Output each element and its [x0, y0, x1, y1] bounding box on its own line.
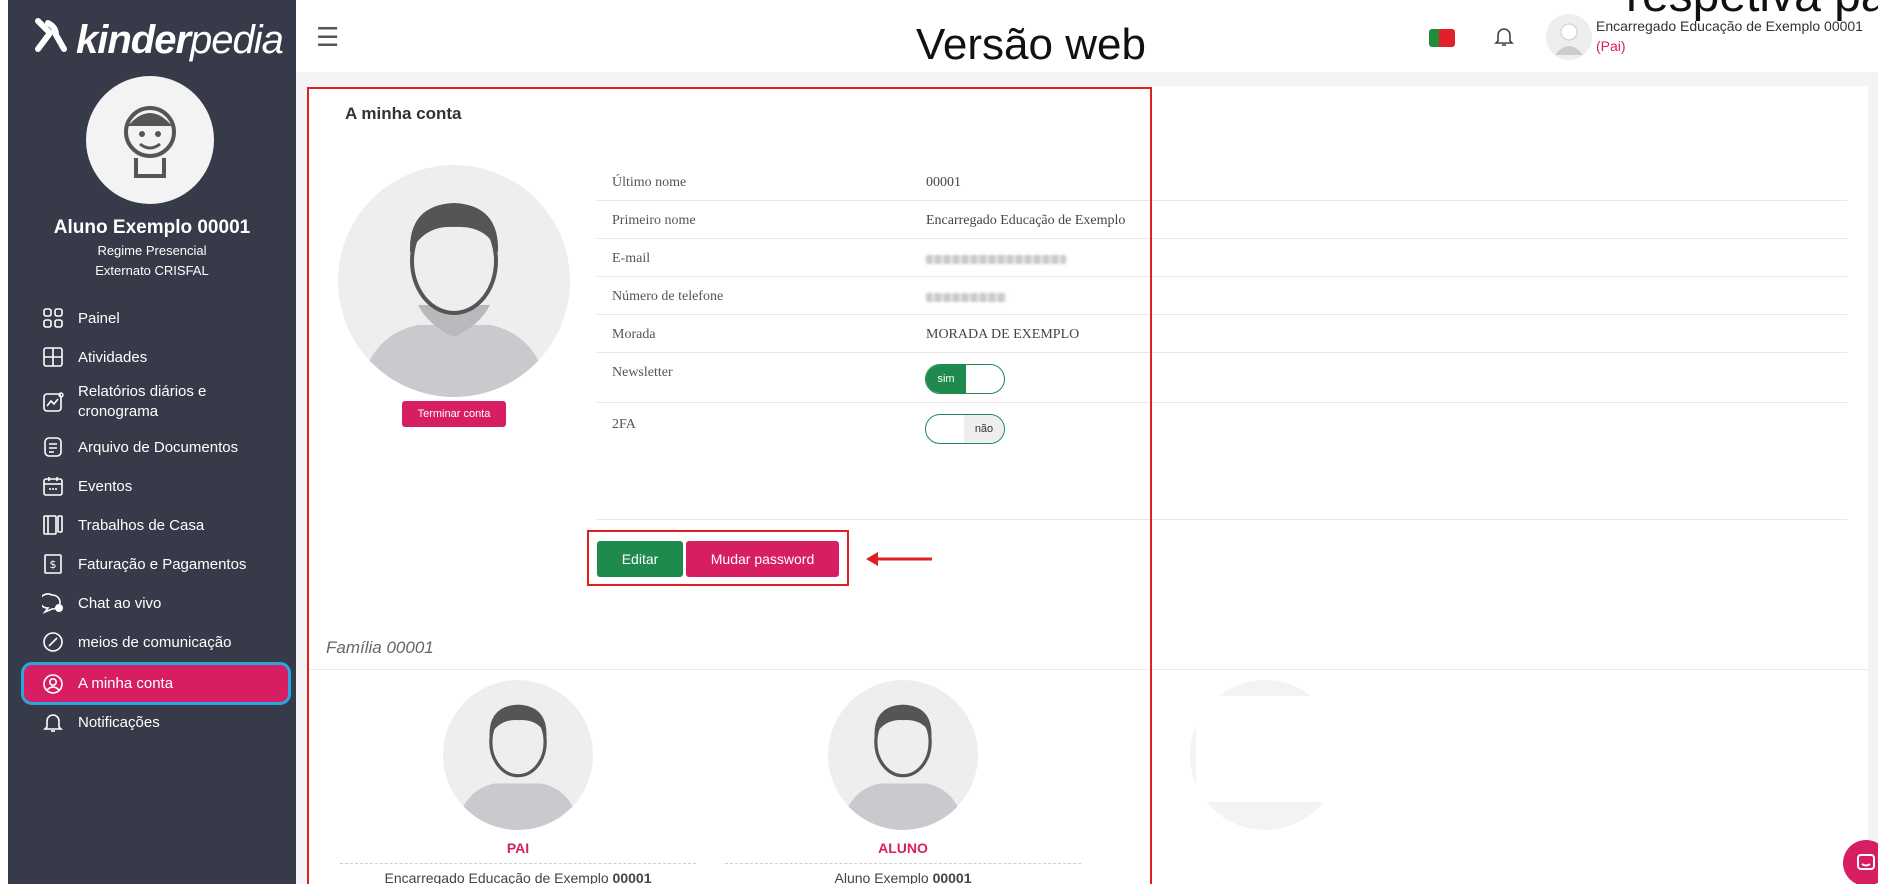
user-name[interactable]: Encarregado Educação de Exemplo 00001 [1596, 18, 1863, 34]
chat-bubble-icon [1857, 854, 1875, 870]
documents-icon [42, 436, 64, 458]
toggle-on-label: sim [926, 365, 966, 393]
user-avatar-icon [1555, 23, 1583, 55]
user-role: (Pai) [1596, 38, 1626, 54]
person-silhouette-icon [840, 704, 966, 830]
student-school: Externato CRISFAL [95, 263, 209, 278]
member-avatar-aluno[interactable] [828, 680, 978, 830]
edit-button[interactable]: Editar [597, 541, 683, 577]
toggle-off-label: não [964, 415, 1004, 443]
field-value: MORADA DE EXEMPLO [926, 327, 1080, 342]
email-value-redacted [926, 253, 1066, 269]
media-icon [42, 631, 64, 653]
sidebar-item-painel[interactable]: Painel [24, 302, 288, 334]
sidebar-item-faturacao[interactable]: $ Faturação e Pagamentos [24, 548, 288, 580]
annotation-arrow-icon [864, 549, 934, 574]
sidebar-item-label: Chat ao vivo [78, 594, 162, 612]
app-window: kinderpedia Aluno Exemplo 00001 Regime P… [0, 0, 1878, 884]
divider [340, 863, 696, 864]
field-row-newsletter: Newsletter [597, 353, 1847, 403]
sidebar-item-label: Arquivo de Documentos [78, 438, 239, 456]
top-bar: ☰ Versão web respetiva password e Encarr… [296, 0, 1878, 72]
bell-icon [42, 711, 64, 733]
sidebar-item-atividades[interactable]: Atividades [24, 341, 288, 373]
member-name[interactable]: Aluno Exemplo 00001 [725, 870, 1081, 884]
sidebar-item-label: Faturação e Pagamentos [78, 555, 247, 573]
chat-icon [42, 592, 64, 614]
sidebar-item-label: Relatórios diários e cronograma [78, 383, 207, 420]
field-row-phone: Número de telefone [597, 277, 1847, 315]
field-value: Encarregado Educação de Exemplo [926, 213, 1126, 228]
billing-icon: $ [42, 553, 64, 575]
member-name[interactable]: Encarregado Educação de Exemplo 00001 [340, 870, 696, 884]
sidebar-item-label: meios de comunicação [78, 633, 232, 651]
field-label: Primeiro nome [612, 213, 696, 228]
sidebar-item-notificacoes[interactable]: Notificações [24, 706, 288, 738]
hamburger-menu-icon[interactable]: ☰ [316, 22, 339, 53]
portugal-flag-icon[interactable] [1429, 29, 1455, 47]
svg-text:$: $ [50, 558, 57, 571]
divider [725, 863, 1081, 864]
sidebar-menu: Painel Atividades Relatórios diários e c… [21, 302, 291, 738]
sidebar-item-meios[interactable]: meios de comunicação [24, 626, 288, 658]
field-label: 2FA [612, 417, 636, 432]
student-avatar[interactable] [86, 76, 214, 204]
field-label: E-mail [612, 251, 651, 266]
sidebar-item-eventos[interactable]: Eventos [24, 470, 288, 502]
sidebar-item-relatorios[interactable]: Relatórios diários e cronograma [24, 380, 288, 424]
sidebar-item-minha-conta[interactable]: A minha conta [21, 662, 291, 705]
user-avatar[interactable] [1546, 14, 1592, 60]
field-row-first-name: Primeiro nome Encarregado Educação de Ex… [597, 201, 1847, 239]
homework-icon [42, 514, 64, 536]
redaction-box [1196, 696, 1367, 802]
field-row-email: E-mail [597, 239, 1847, 277]
field-label: Número de telefone [612, 289, 724, 304]
page-title: A minha conta [345, 104, 462, 123]
logo-text: kinderpedia [76, 17, 284, 62]
child-avatar-icon [124, 106, 176, 178]
member-role: ALUNO [878, 840, 928, 856]
person-silhouette-icon [358, 203, 550, 397]
profile-avatar[interactable] [338, 165, 570, 397]
phone-value-redacted [926, 291, 1006, 307]
field-label: Newsletter [612, 365, 673, 380]
redaction-box [920, 446, 1647, 504]
sidebar-item-label: Notificações [78, 713, 160, 731]
field-label: Morada [612, 327, 656, 342]
reports-icon [42, 391, 64, 413]
person-silhouette-icon [455, 704, 581, 830]
end-account-button[interactable]: Terminar conta [402, 401, 506, 427]
student-name: Aluno Exemplo 00001 [53, 217, 251, 238]
field-value: 00001 [926, 175, 961, 190]
field-row-last-name: Último nome 00001 [597, 163, 1847, 201]
sidebar-item-trabalhos[interactable]: Trabalhos de Casa [24, 509, 288, 541]
twofa-toggle[interactable]: não [925, 414, 1005, 444]
account-icon [42, 673, 64, 695]
sidebar-item-chat[interactable]: Chat ao vivo [24, 587, 288, 619]
version-label: Versão web [916, 20, 1146, 69]
field-row-address: Morada MORADA DE EXEMPLO [597, 315, 1847, 353]
chat-widget-button[interactable] [1843, 840, 1878, 884]
change-password-button[interactable]: Mudar password [686, 541, 839, 577]
family-title: Família 00001 [326, 638, 434, 657]
divider [308, 669, 1868, 670]
sidebar: kinderpedia Aluno Exemplo 00001 Regime P… [8, 0, 296, 884]
newsletter-toggle[interactable]: sim [925, 364, 1005, 394]
member-avatar-pai[interactable] [443, 680, 593, 830]
notifications-bell-icon[interactable] [1492, 24, 1516, 53]
logo-mark-icon [34, 15, 68, 65]
sidebar-item-label: Trabalhos de Casa [78, 516, 205, 534]
activities-icon [42, 346, 64, 368]
dashboard-icon [42, 307, 64, 329]
calendar-icon [42, 475, 64, 497]
field-label: Último nome [612, 175, 687, 190]
sidebar-item-arquivo[interactable]: Arquivo de Documentos [24, 431, 288, 463]
sidebar-item-label: Painel [78, 309, 120, 327]
sidebar-item-label: Eventos [78, 477, 133, 495]
member-role: PAI [506, 840, 530, 856]
sidebar-item-label: A minha conta [78, 675, 174, 692]
kinderpedia-logo[interactable]: kinderpedia [34, 15, 284, 65]
student-regime: Regime Presencial [97, 243, 207, 258]
sidebar-item-label: Atividades [78, 348, 148, 366]
